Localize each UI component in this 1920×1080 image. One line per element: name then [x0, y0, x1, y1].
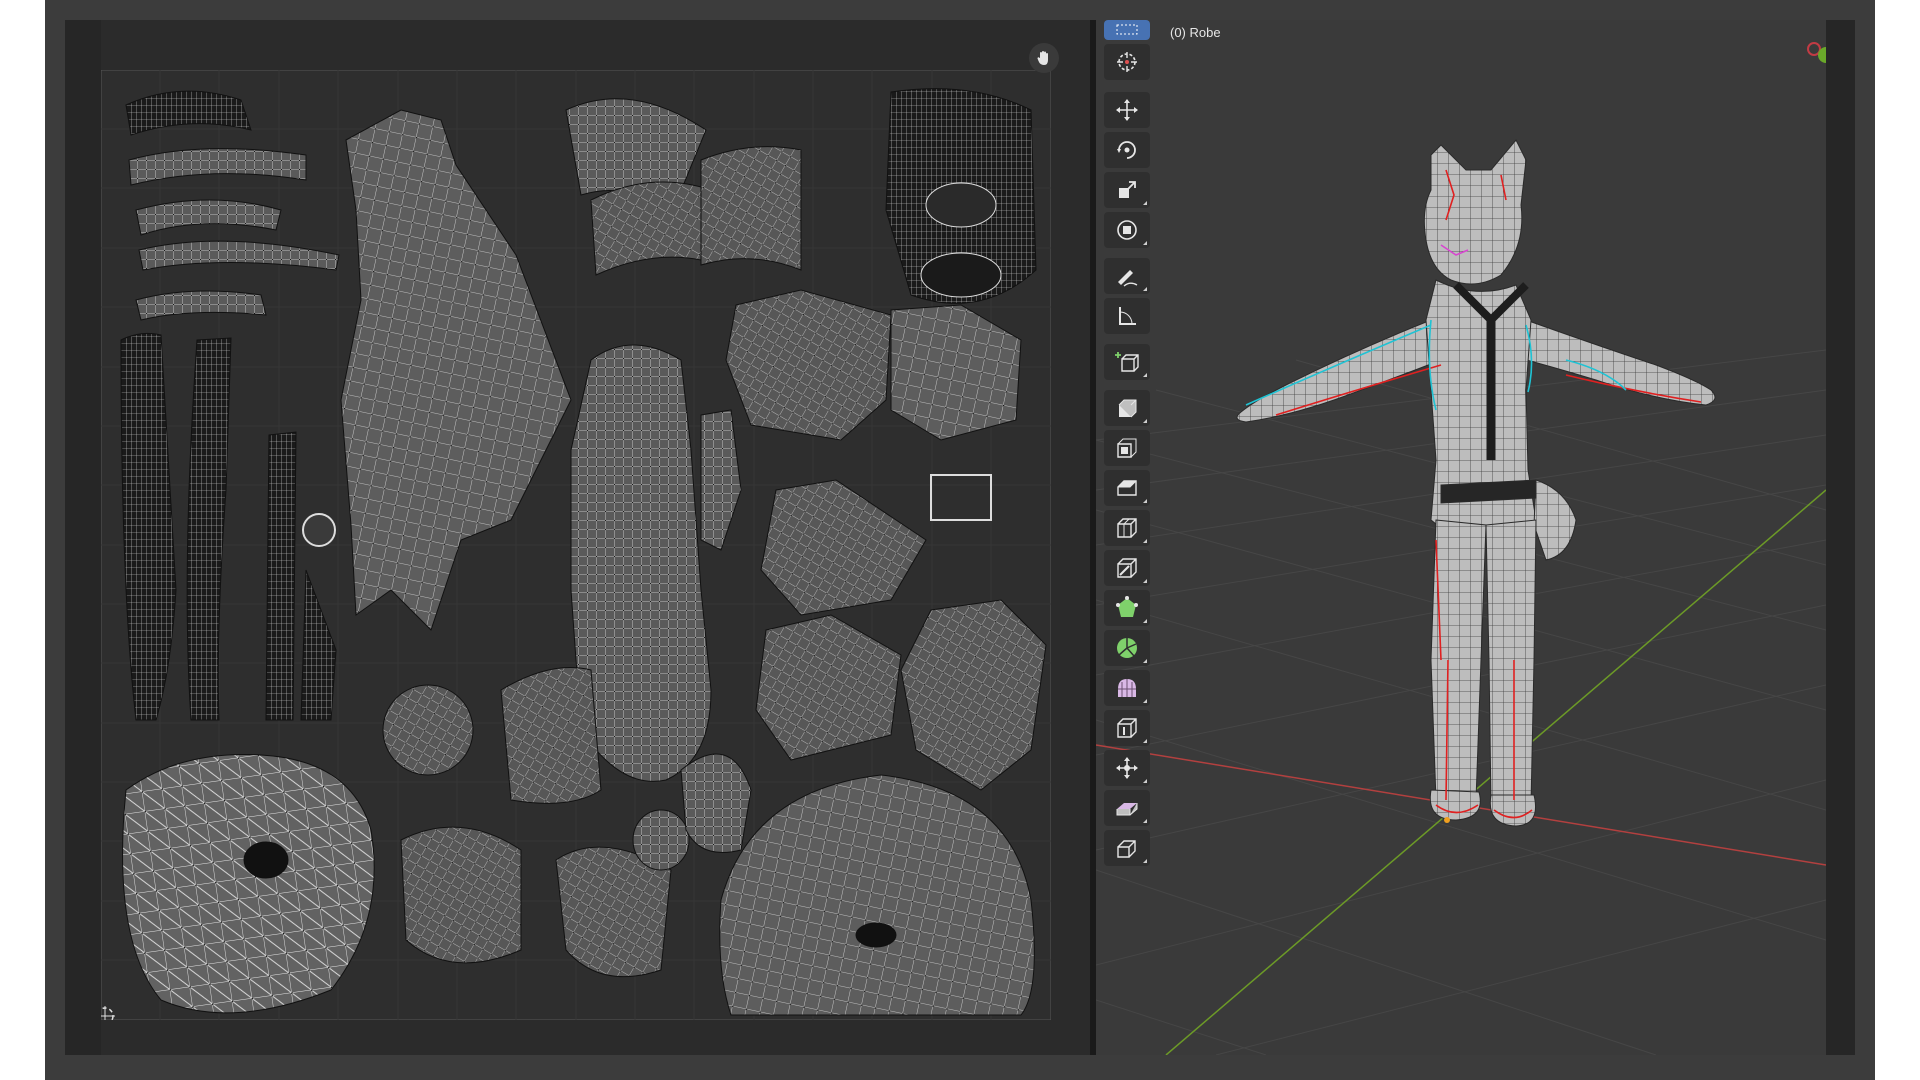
uv-editor-left-strip — [65, 20, 101, 1055]
tool-measure[interactable] — [1104, 298, 1150, 334]
add-cube-icon — [1115, 352, 1139, 372]
character-mesh[interactable] — [1236, 139, 1716, 827]
tool-bevel[interactable] — [1104, 470, 1150, 506]
3d-viewport[interactable]: (0) Robe — [1096, 20, 1826, 1055]
scale-icon — [1119, 181, 1136, 198]
viewport-right-strip — [1826, 20, 1855, 1055]
shrink-fatten-icon — [1116, 757, 1138, 779]
viewport-scene[interactable] — [1096, 20, 1826, 1055]
tool-extrude-region[interactable] — [1104, 390, 1150, 426]
rotate-icon — [1117, 141, 1136, 159]
spin-icon — [1117, 638, 1137, 658]
smooth-icon — [1118, 679, 1136, 697]
tool-edge-slide[interactable] — [1104, 710, 1150, 746]
annotate-icon — [1118, 270, 1138, 287]
select-box-icon — [1116, 24, 1138, 35]
tool-knife[interactable] — [1104, 550, 1150, 586]
tool-shrink-fatten[interactable] — [1104, 750, 1150, 786]
application-frame: (0) Robe — [45, 0, 1875, 1080]
tool-spin[interactable] — [1104, 630, 1150, 666]
transform-icon — [1117, 220, 1137, 240]
tool-add-cube[interactable] — [1104, 344, 1150, 380]
measure-icon — [1119, 307, 1136, 325]
hand-pan-icon[interactable] — [1029, 43, 1059, 73]
tool-rip-region[interactable] — [1104, 830, 1150, 866]
editor-area: (0) Robe — [65, 20, 1855, 1055]
tool-cursor[interactable] — [1104, 44, 1150, 80]
uv-grid[interactable] — [101, 70, 1051, 1020]
cursor-icon — [1117, 52, 1137, 72]
move-icon — [1116, 99, 1138, 121]
tool-poly-build[interactable] — [1104, 590, 1150, 626]
tool-shear[interactable] — [1104, 790, 1150, 826]
edge-slide-icon — [1117, 718, 1137, 738]
knife-icon — [1117, 558, 1137, 578]
extrude-region-icon — [1118, 399, 1137, 418]
inset-faces-icon — [1117, 438, 1137, 458]
tool-scale[interactable] — [1104, 172, 1150, 208]
bevel-icon — [1117, 480, 1137, 496]
uv-editor[interactable] — [65, 20, 1090, 1055]
loop-cut-icon — [1117, 518, 1137, 538]
poly-build-icon — [1116, 596, 1138, 617]
tool-transform[interactable] — [1104, 212, 1150, 248]
tool-select-box[interactable] — [1104, 20, 1150, 40]
rip-region-icon — [1117, 840, 1136, 858]
tool-loop-cut[interactable] — [1104, 510, 1150, 546]
tool-move[interactable] — [1104, 92, 1150, 128]
shear-icon — [1116, 803, 1138, 816]
viewport-object-label: (0) Robe — [1170, 25, 1221, 40]
tool-annotate[interactable] — [1104, 258, 1150, 294]
tool-rotate[interactable] — [1104, 132, 1150, 168]
tool-smooth[interactable] — [1104, 670, 1150, 706]
tool-inset-faces[interactable] — [1104, 430, 1150, 466]
